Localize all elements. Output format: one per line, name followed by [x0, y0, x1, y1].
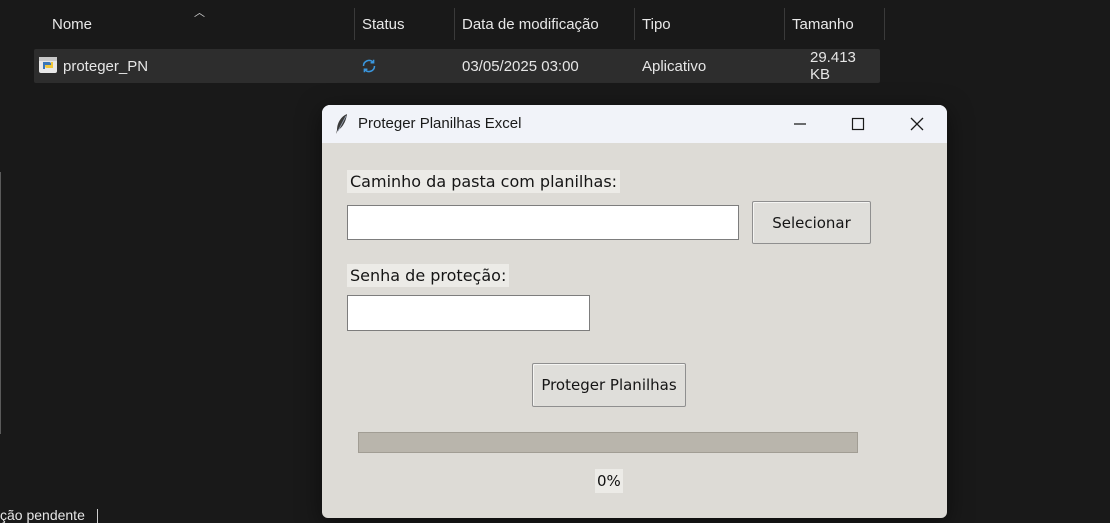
progress-percentage: 0% [595, 469, 623, 493]
folder-path-label: Caminho da pasta com planilhas: [347, 170, 621, 193]
column-divider[interactable] [634, 8, 635, 40]
column-divider[interactable] [454, 8, 455, 40]
column-header-type[interactable]: Tipo [642, 8, 671, 40]
progress-bar [358, 432, 858, 453]
feather-icon [336, 114, 347, 134]
status-text: ção pendente [0, 507, 85, 523]
folder-path-input[interactable] [347, 205, 739, 240]
file-row[interactable]: proteger_PN 03/05/2025 03:00 Aplicativo … [34, 49, 880, 83]
column-header-size[interactable]: Tamanho [792, 8, 854, 40]
column-header-name[interactable]: Nome [52, 8, 92, 40]
file-modified: 03/05/2025 03:00 [462, 57, 579, 75]
sort-ascending-icon: ︿ [194, 7, 205, 19]
file-type: Aplicativo [642, 57, 707, 75]
column-header-status[interactable]: Status [362, 8, 405, 40]
close-icon [910, 117, 924, 131]
sync-icon [362, 59, 376, 73]
python-app-icon [39, 57, 57, 73]
file-name: proteger_PN [63, 57, 149, 75]
window-title: Proteger Planilhas Excel [358, 115, 522, 132]
column-divider[interactable] [784, 8, 785, 40]
password-input[interactable] [347, 295, 590, 331]
column-divider[interactable] [884, 8, 885, 40]
status-bar: ção pendente [0, 507, 98, 523]
protect-dialog-window: Proteger Planilhas Excel Caminho da past… [322, 105, 947, 518]
maximize-icon [851, 117, 865, 131]
protect-sheets-button[interactable]: Proteger Planilhas [532, 363, 686, 407]
maximize-button[interactable] [829, 105, 887, 143]
password-label: Senha de proteção: [347, 264, 510, 287]
pane-divider [0, 172, 1, 434]
select-folder-button[interactable]: Selecionar [752, 201, 871, 244]
file-size: 29.413 KB [810, 49, 856, 83]
status-separator [96, 509, 98, 523]
title-bar[interactable]: Proteger Planilhas Excel [322, 105, 947, 143]
minimize-icon [794, 123, 806, 125]
column-divider[interactable] [354, 8, 355, 40]
minimize-button[interactable] [771, 105, 829, 143]
column-header-modified[interactable]: Data de modificação [462, 8, 599, 40]
close-button[interactable] [888, 105, 946, 143]
